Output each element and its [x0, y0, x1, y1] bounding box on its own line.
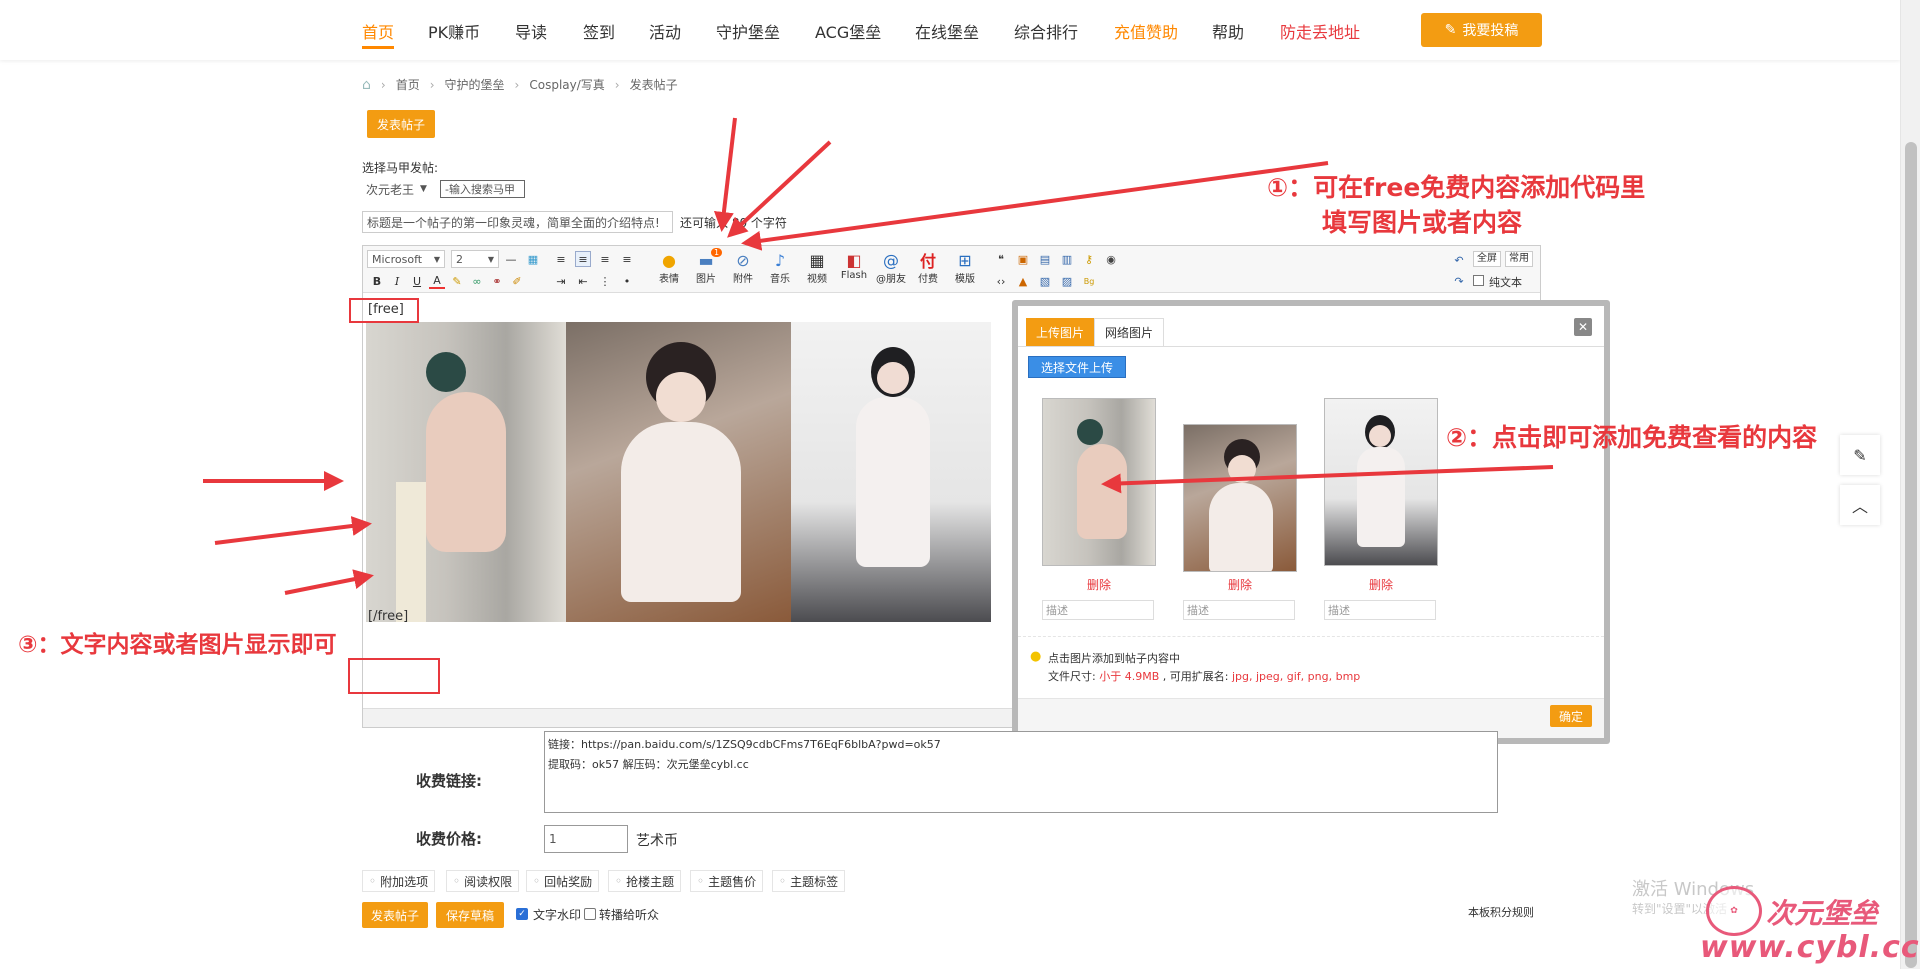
annotation-step1-line2: 填写图片或者内容	[1322, 208, 1523, 237]
annotation-step3: ③：文字内容或者图片显示即可	[18, 632, 337, 658]
annotation-step1-line1: ①：可在free免费内容添加代码里	[1267, 173, 1646, 202]
arrow-to-thumbnail	[1101, 465, 1554, 494]
arrow-to-editor-image-2	[214, 516, 372, 545]
arrow-to-image-button-1	[713, 117, 737, 232]
arrow-to-image-button-3	[741, 161, 1329, 251]
arrow-to-editor-image-3	[284, 569, 374, 595]
annotation-step2: ②：点击即可添加免费查看的内容	[1446, 423, 1818, 452]
arrow-to-image-button-2	[727, 140, 832, 238]
annotation-arrows	[203, 117, 1554, 595]
